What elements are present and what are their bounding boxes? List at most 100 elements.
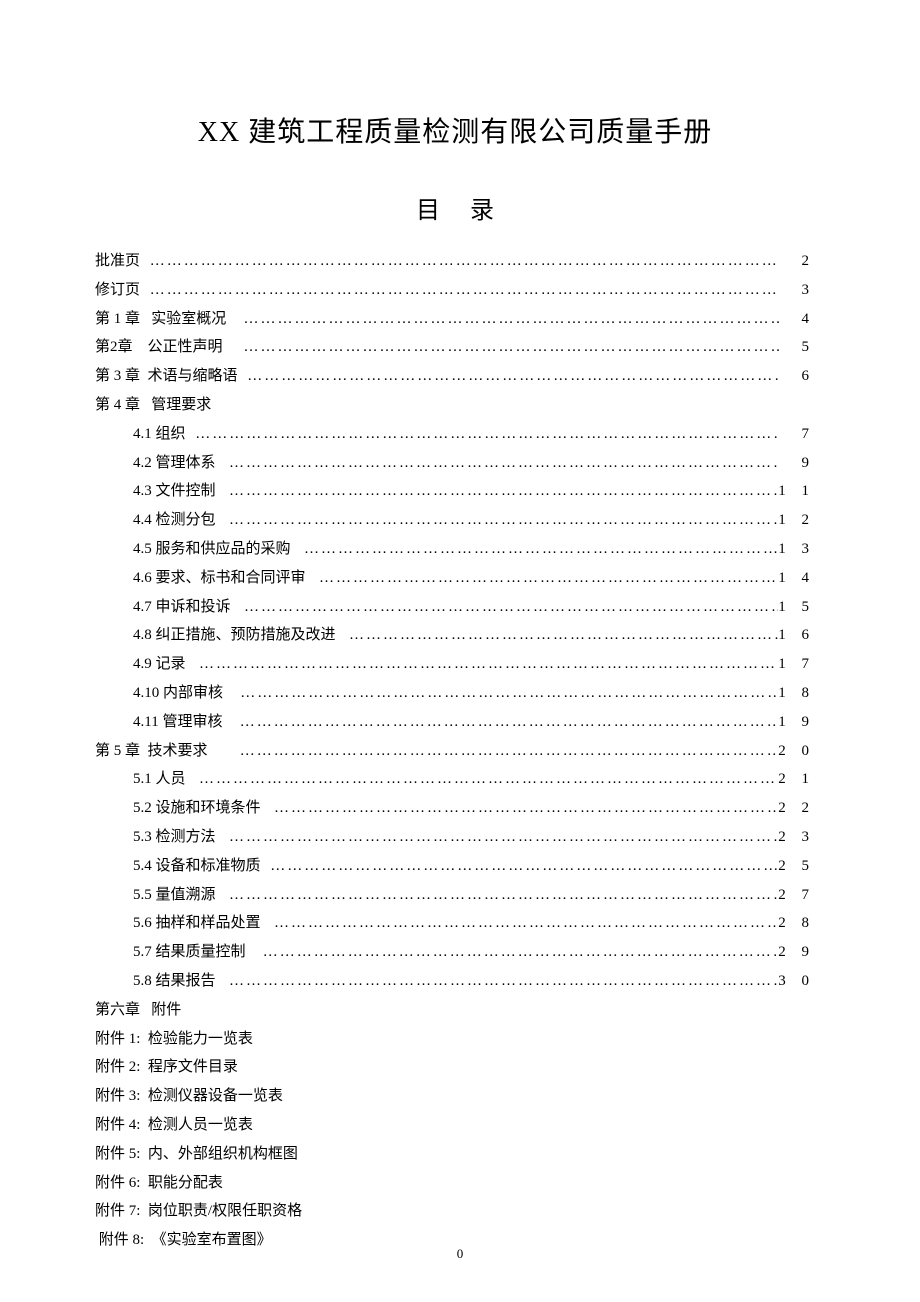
toc-entry: 4.11 管理审核 1 9 — [95, 708, 815, 737]
toc-entry: 4.4 检测分包 1 2 — [95, 506, 815, 535]
toc-entry: 修订页 3 — [95, 276, 815, 305]
toc-entry: 第 5 章 技术要求 2 0 — [95, 737, 815, 766]
appendix-entry: 附件 3: 检测仪器设备一览表 — [95, 1082, 815, 1111]
toc-entry-page: 2 0 — [778, 737, 815, 766]
toc-entry-label: 第 4 章 管理要求 — [95, 391, 211, 420]
toc-entry-page: 4 — [779, 305, 815, 334]
toc-entry-page: 1 2 — [778, 506, 815, 535]
document-title: XX 建筑工程质量检测有限公司质量手册 — [95, 110, 815, 150]
toc-entry-label: 5.5 量值溯源 — [133, 881, 223, 910]
toc-leader-dots — [223, 477, 778, 506]
toc-entry-page: 3 0 — [778, 967, 815, 996]
appendix-entry: 附件 6: 职能分配表 — [95, 1169, 815, 1198]
toc-entry-page: 5 — [779, 333, 815, 362]
toc-entry: 第 3 章 术语与缩略语 6 — [95, 362, 815, 391]
toc-entry-page: 1 7 — [778, 650, 815, 679]
toc-entry-label: 5.3 检测方法 — [133, 823, 223, 852]
toc-entry: 5.2 设施和环境条件 2 2 — [95, 794, 815, 823]
toc-entry-page: 3 — [779, 276, 815, 305]
toc-entry: 4.6 要求、标书和合同评审 1 4 — [95, 564, 815, 593]
toc-heading: 目录 — [95, 190, 815, 225]
toc-entry-label: 5.6 抽样和样品处置 — [133, 909, 268, 938]
toc-entry-label: 批准页 — [95, 247, 144, 276]
toc-entry-label: 修订页 — [95, 276, 144, 305]
toc-leader-dots — [257, 938, 778, 967]
toc-leader-dots — [241, 362, 779, 391]
toc-entry-page: 2 5 — [778, 852, 815, 881]
toc-entry-page: 1 5 — [778, 593, 815, 622]
table-of-contents: 批准页 2修订页 3第 1 章 实验室概况 4第2章 公正性声明 5第 3 章 … — [95, 247, 815, 1255]
toc-leader-dots — [298, 535, 778, 564]
toc-entry: 第六章 附件 — [95, 996, 815, 1025]
toc-entry: 5.5 量值溯源 2 7 — [95, 881, 815, 910]
toc-leader-dots — [313, 564, 778, 593]
toc-leader-dots — [193, 650, 778, 679]
toc-entry: 5.6 抽样和样品处置 2 8 — [95, 909, 815, 938]
toc-entry-page: 1 4 — [778, 564, 815, 593]
toc-entry-page: 2 9 — [778, 938, 815, 967]
toc-leader-dots — [238, 593, 778, 622]
toc-entry: 4.5 服务和供应品的采购 1 3 — [95, 535, 815, 564]
toc-entry-label: 第 3 章 术语与缩略语 — [95, 362, 241, 391]
toc-entry-page: 2 7 — [778, 881, 815, 910]
appendix-entry: 附件 5: 内、外部组织机构框图 — [95, 1140, 815, 1169]
toc-entry-label: 4.3 文件控制 — [133, 477, 223, 506]
toc-entry-page: 1 6 — [778, 621, 815, 650]
toc-entry-page: 2 3 — [778, 823, 815, 852]
toc-leader-dots — [268, 794, 778, 823]
toc-entry-label: 第 1 章 实验室概况 — [95, 305, 238, 334]
toc-entry: 4.8 纠正措施、预防措施及改进 1 6 — [95, 621, 815, 650]
toc-entry-label: 第六章 附件 — [95, 996, 181, 1025]
toc-entry-label: 5.4 设备和标准物质 — [133, 852, 264, 881]
toc-entry-label: 4.1 组织 — [133, 420, 189, 449]
toc-entry-page: 2 2 — [778, 794, 815, 823]
toc-leader-dots — [223, 967, 778, 996]
toc-entry-label: 第2章 公正性声明 — [95, 333, 238, 362]
appendix-entry: 附件 2: 程序文件目录 — [95, 1053, 815, 1082]
toc-leader-dots — [223, 881, 778, 910]
appendix-entry: 附件 7: 岗位职责/权限任职资格 — [95, 1197, 815, 1226]
toc-entry: 5.4 设备和标准物质 2 5 — [95, 852, 815, 881]
toc-entry-label: 4.6 要求、标书和合同评审 — [133, 564, 313, 593]
toc-entry: 第2章 公正性声明 5 — [95, 333, 815, 362]
toc-leader-dots — [234, 679, 778, 708]
toc-leader-dots — [268, 909, 778, 938]
toc-leader-dots — [343, 621, 778, 650]
toc-entry-page: 2 8 — [778, 909, 815, 938]
toc-entry-label: 4.2 管理体系 — [133, 449, 223, 478]
appendix-entry: 附件 1: 检验能力一览表 — [95, 1025, 815, 1054]
toc-entry-page: 7 — [779, 420, 815, 449]
toc-entry-label: 4.8 纠正措施、预防措施及改进 — [133, 621, 343, 650]
toc-entry-page: 1 3 — [778, 535, 815, 564]
toc-entry-label: 4.7 申诉和投诉 — [133, 593, 238, 622]
toc-entry-label: 4.9 记录 — [133, 650, 193, 679]
toc-entry: 第 4 章 管理要求 — [95, 391, 815, 420]
toc-entry-page: 2 1 — [778, 765, 815, 794]
toc-leader-dots — [238, 305, 779, 334]
toc-entry: 5.3 检测方法 2 3 — [95, 823, 815, 852]
toc-entry: 4.10 内部审核 1 8 — [95, 679, 815, 708]
toc-leader-dots — [234, 737, 778, 766]
toc-leader-dots — [238, 333, 779, 362]
toc-entry: 批准页 2 — [95, 247, 815, 276]
toc-entry-label: 4.5 服务和供应品的采购 — [133, 535, 298, 564]
toc-entry-page: 1 1 — [778, 477, 815, 506]
toc-leader-dots — [223, 449, 779, 478]
toc-entry-page: 9 — [779, 449, 815, 478]
toc-entry: 5.8 结果报告 3 0 — [95, 967, 815, 996]
toc-leader-dots — [234, 708, 779, 737]
page-number-footer: 0 — [0, 1246, 920, 1262]
toc-leader-dots — [264, 852, 778, 881]
toc-entry-label: 5.7 结果质量控制 — [133, 938, 257, 967]
toc-entry-label: 4.11 管理审核 — [133, 708, 234, 737]
toc-entry-label: 5.1 人员 — [133, 765, 193, 794]
toc-leader-dots — [223, 823, 778, 852]
toc-entry: 4.3 文件控制 1 1 — [95, 477, 815, 506]
toc-entry: 4.7 申诉和投诉 1 5 — [95, 593, 815, 622]
toc-leader-dots — [189, 420, 779, 449]
toc-entry-page: 2 — [779, 247, 815, 276]
toc-entry: 4.9 记录 1 7 — [95, 650, 815, 679]
toc-entry: 第 1 章 实验室概况 4 — [95, 305, 815, 334]
toc-entry-label: 5.2 设施和环境条件 — [133, 794, 268, 823]
toc-entry-page: 6 — [779, 362, 815, 391]
